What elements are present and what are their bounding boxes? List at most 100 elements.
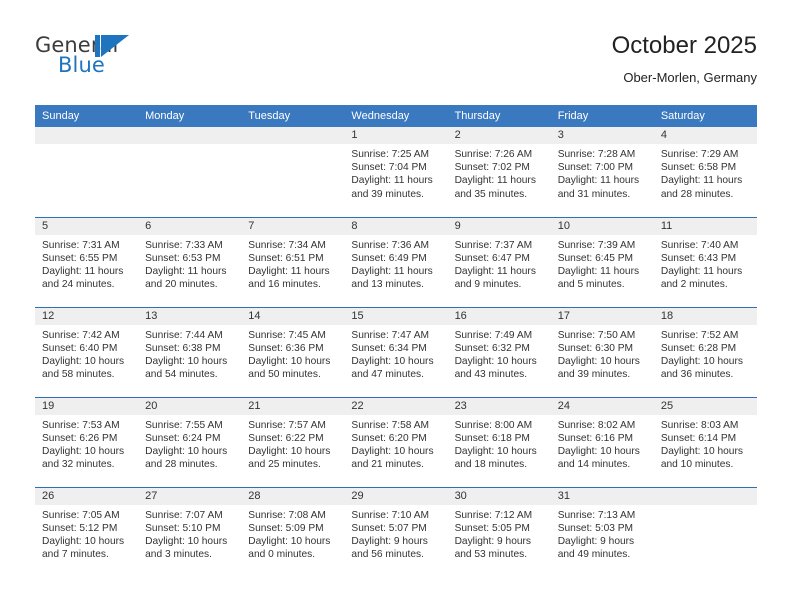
day-sun-info: Sunrise: 7:37 AM Sunset: 6:47 PM Daylight:… [448, 235, 551, 292]
sunset-time: Sunset: 6:53 PM [145, 252, 221, 264]
daylight-duration: Daylight: 10 hours and 3 minutes. [145, 535, 228, 561]
day-number [138, 127, 242, 144]
daylight-duration: Daylight: 10 hours and 10 minutes. [660, 445, 743, 471]
day-sun-info: Sunrise: 7:34 AM Sunset: 6:51 PM Daylight:… [241, 235, 344, 292]
day-sun-info: Sunrise: 7:45 AM Sunset: 6:36 PM Daylight:… [241, 325, 344, 382]
calendar-day-cell[interactable]: 19 Sunrise: 7:53 AM Sunset: 6:26 PM Dayligh… [35, 396, 139, 487]
sunset-time: Sunset: 6:40 PM [42, 342, 118, 354]
day-cell-inner: 20 Sunrise: 7:55 AM Sunset: 6:24 PM Dayligh… [138, 397, 242, 487]
sunrise-time: Sunrise: 7:53 AM [42, 419, 120, 431]
calendar-day-cell[interactable]: 28 Sunrise: 7:08 AM Sunset: 5:09 PM Dayligh… [241, 486, 345, 578]
sunset-time: Sunset: 6:22 PM [248, 432, 324, 444]
daylight-duration: Daylight: 10 hours and 50 minutes. [248, 355, 331, 381]
calendar-day-cell[interactable]: 16 Sunrise: 7:49 AM Sunset: 6:32 PM Dayligh… [447, 306, 551, 397]
day-sun-info: Sunrise: 7:52 AM Sunset: 6:28 PM Daylight:… [654, 325, 757, 382]
sunset-time: Sunset: 6:28 PM [660, 342, 737, 354]
sunset-time: Sunset: 6:58 PM [660, 162, 737, 174]
day-number: 30 [447, 487, 551, 505]
day-number: 25 [653, 397, 757, 415]
sunrise-time: Sunrise: 7:45 AM [248, 329, 326, 341]
calendar-day-cell[interactable]: 9 Sunrise: 7:37 AM Sunset: 6:47 PM Daylight… [447, 216, 551, 307]
sunset-time: Sunset: 6:24 PM [145, 432, 221, 444]
calendar-day-cell[interactable]: 26 Sunrise: 7:05 AM Sunset: 5:12 PM Dayligh… [35, 486, 139, 577]
sunset-time: Sunset: 6:34 PM [351, 342, 427, 354]
day-sun-info: Sunrise: 7:40 AM Sunset: 6:43 PM Daylight:… [654, 235, 757, 292]
day-cell-inner: 14 Sunrise: 7:45 AM Sunset: 6:36 PM Dayligh… [241, 307, 345, 397]
day-cell-inner: 16 Sunrise: 7:49 AM Sunset: 6:32 PM Dayligh… [447, 307, 551, 397]
day-sun-info: Sunrise: 7:13 AM Sunset: 5:03 PM Daylight:… [551, 505, 654, 562]
calendar-day-cell[interactable]: 23 Sunrise: 8:00 AM Sunset: 6:18 PM Dayligh… [447, 396, 551, 487]
day-cell-inner: 23 Sunrise: 8:00 AM Sunset: 6:18 PM Dayligh… [447, 397, 551, 487]
calendar-day-cell[interactable]: 25 Sunrise: 8:03 AM Sunset: 6:14 PM Dayligh… [653, 396, 757, 487]
day-cell-inner: 22 Sunrise: 7:58 AM Sunset: 6:20 PM Dayligh… [344, 397, 448, 487]
calendar-day-cell[interactable]: 6 Sunrise: 7:33 AM Sunset: 6:53 PM Daylight… [138, 216, 242, 307]
calendar-day-cell[interactable]: 27 Sunrise: 7:07 AM Sunset: 5:10 PM Dayligh… [138, 486, 242, 577]
calendar-day-cell[interactable]: 17 Sunrise: 7:50 AM Sunset: 6:30 PM Dayligh… [550, 306, 654, 397]
day-number [35, 127, 139, 144]
logo-triangle-shape [101, 35, 129, 57]
calendar-day-cell[interactable]: 24 Sunrise: 8:02 AM Sunset: 6:16 PM Dayligh… [550, 396, 654, 487]
daylight-duration: Daylight: 11 hours and 39 minutes. [351, 175, 433, 200]
day-sun-info: Sunrise: 7:50 AM Sunset: 6:30 PM Daylight:… [551, 325, 654, 382]
calendar-day-cell[interactable]: 4 Sunrise: 7:29 AM Sunset: 6:58 PM Daylight… [653, 127, 757, 217]
sunset-time: Sunset: 6:20 PM [351, 432, 427, 444]
daylight-duration: Daylight: 9 hours and 56 minutes. [351, 535, 428, 561]
day-sun-info: Sunrise: 7:47 AM Sunset: 6:34 PM Daylight:… [344, 325, 447, 382]
sunrise-time: Sunrise: 7:26 AM [454, 149, 533, 160]
sunrise-time: Sunrise: 8:00 AM [454, 419, 533, 431]
page-header: General Blue October 2025 Ober-Morlen, G… [0, 0, 792, 100]
weekday-header-monday: Monday [138, 105, 242, 127]
sunset-time: Sunset: 6:47 PM [454, 252, 530, 264]
daylight-duration: Daylight: 10 hours and 28 minutes. [145, 445, 228, 471]
calendar-day-cell[interactable]: 5 Sunrise: 7:31 AM Sunset: 6:55 PM Daylight… [35, 216, 139, 307]
sunset-time: Sunset: 5:07 PM [351, 522, 427, 534]
day-cell-inner: 17 Sunrise: 7:50 AM Sunset: 6:30 PM Dayligh… [550, 307, 654, 397]
calendar-day-cell[interactable]: 11 Sunrise: 7:40 AM Sunset: 6:43 PM Dayligh… [653, 216, 757, 307]
day-sun-info: Sunrise: 7:39 AM Sunset: 6:45 PM Daylight:… [551, 235, 654, 292]
calendar-day-cell[interactable]: 31 Sunrise: 7:13 AM Sunset: 5:03 PM Dayligh… [550, 486, 654, 577]
daylight-duration: Daylight: 11 hours and 35 minutes. [454, 175, 536, 200]
day-cell-inner: 12 Sunrise: 7:42 AM Sunset: 6:40 PM Dayligh… [35, 307, 139, 397]
sunset-time: Sunset: 6:45 PM [557, 252, 634, 264]
calendar-day-cell[interactable]: 2 Sunrise: 7:26 AM Sunset: 7:02 PM Daylight… [447, 127, 551, 217]
sunset-time: Sunset: 6:18 PM [454, 432, 530, 444]
day-cell-inner: 6 Sunrise: 7:33 AM Sunset: 6:53 PM Daylight… [138, 217, 242, 307]
sunrise-time: Sunrise: 7:31 AM [42, 239, 120, 251]
daylight-duration: Daylight: 9 hours and 53 minutes. [454, 535, 532, 561]
day-number: 1 [344, 127, 448, 144]
calendar-day-cell[interactable]: 12 Sunrise: 7:42 AM Sunset: 6:40 PM Dayligh… [35, 306, 139, 397]
calendar-week-row: 12 Sunrise: 7:42 AM Sunset: 6:40 PM Dayligh… [35, 306, 757, 397]
calendar-day-cell[interactable]: 30 Sunrise: 7:12 AM Sunset: 5:05 PM Dayligh… [447, 486, 551, 577]
calendar-day-cell[interactable]: 14 Sunrise: 7:45 AM Sunset: 6:36 PM Dayligh… [241, 306, 345, 397]
sunset-time: Sunset: 6:36 PM [248, 342, 324, 354]
day-sun-info: Sunrise: 7:33 AM Sunset: 6:53 PM Daylight:… [138, 235, 241, 292]
calendar-day-cell[interactable]: 21 Sunrise: 7:57 AM Sunset: 6:22 PM Dayligh… [241, 396, 345, 487]
day-number: 9 [447, 217, 551, 235]
calendar-day-cell[interactable]: 1 Sunrise: 7:25 AM Sunset: 7:04 PM Daylight… [344, 127, 448, 217]
sunrise-time: Sunrise: 7:55 AM [145, 419, 223, 431]
general-blue-logo[interactable]: General Blue [35, 33, 215, 83]
day-cell-inner: 18 Sunrise: 7:52 AM Sunset: 6:28 PM Dayligh… [653, 307, 757, 397]
weekday-header-wednesday: Wednesday [344, 105, 448, 127]
calendar-day-cell[interactable]: 7 Sunrise: 7:34 AM Sunset: 6:51 PM Daylight… [241, 216, 345, 307]
daylight-duration: Daylight: 10 hours and 43 minutes. [454, 355, 537, 381]
calendar-day-cell[interactable]: 15 Sunrise: 7:47 AM Sunset: 6:34 PM Dayligh… [344, 306, 448, 397]
day-cell-inner: 19 Sunrise: 7:53 AM Sunset: 6:26 PM Dayligh… [35, 397, 139, 487]
calendar-day-cell[interactable]: 18 Sunrise: 7:52 AM Sunset: 6:28 PM Dayligh… [653, 306, 757, 397]
daylight-duration: Daylight: 10 hours and 32 minutes. [42, 445, 125, 471]
sunset-time: Sunset: 5:10 PM [145, 522, 221, 534]
title-block: October 2025 Ober-Morlen, Germany [612, 32, 757, 85]
calendar-day-cell[interactable]: 22 Sunrise: 7:58 AM Sunset: 6:20 PM Dayligh… [344, 396, 448, 487]
calendar-day-cell[interactable]: 20 Sunrise: 7:55 AM Sunset: 6:24 PM Dayligh… [138, 396, 242, 487]
day-sun-info: Sunrise: 7:05 AM Sunset: 5:12 PM Daylight:… [35, 505, 138, 562]
day-sun-info: Sunrise: 7:29 AM Sunset: 6:58 PM Daylight:… [654, 144, 757, 201]
page-subtitle: Ober-Morlen, Germany [623, 69, 757, 85]
calendar-day-cell[interactable]: 3 Sunrise: 7:28 AM Sunset: 7:00 PM Daylight… [550, 127, 654, 217]
calendar-day-cell[interactable]: 10 Sunrise: 7:39 AM Sunset: 6:45 PM Dayligh… [550, 216, 654, 307]
calendar-week-row: 19 Sunrise: 7:53 AM Sunset: 6:26 PM Dayligh… [35, 396, 757, 487]
calendar-day-cell[interactable]: 13 Sunrise: 7:44 AM Sunset: 6:38 PM Dayligh… [138, 306, 242, 397]
calendar-day-cell[interactable]: 8 Sunrise: 7:36 AM Sunset: 6:49 PM Daylight… [344, 216, 448, 307]
day-cell-inner: 28 Sunrise: 7:08 AM Sunset: 5:09 PM Dayligh… [241, 487, 345, 578]
sunrise-time: Sunrise: 7:34 AM [248, 239, 326, 251]
calendar-day-cell[interactable]: 29 Sunrise: 7:10 AM Sunset: 5:07 PM Dayligh… [344, 486, 448, 577]
